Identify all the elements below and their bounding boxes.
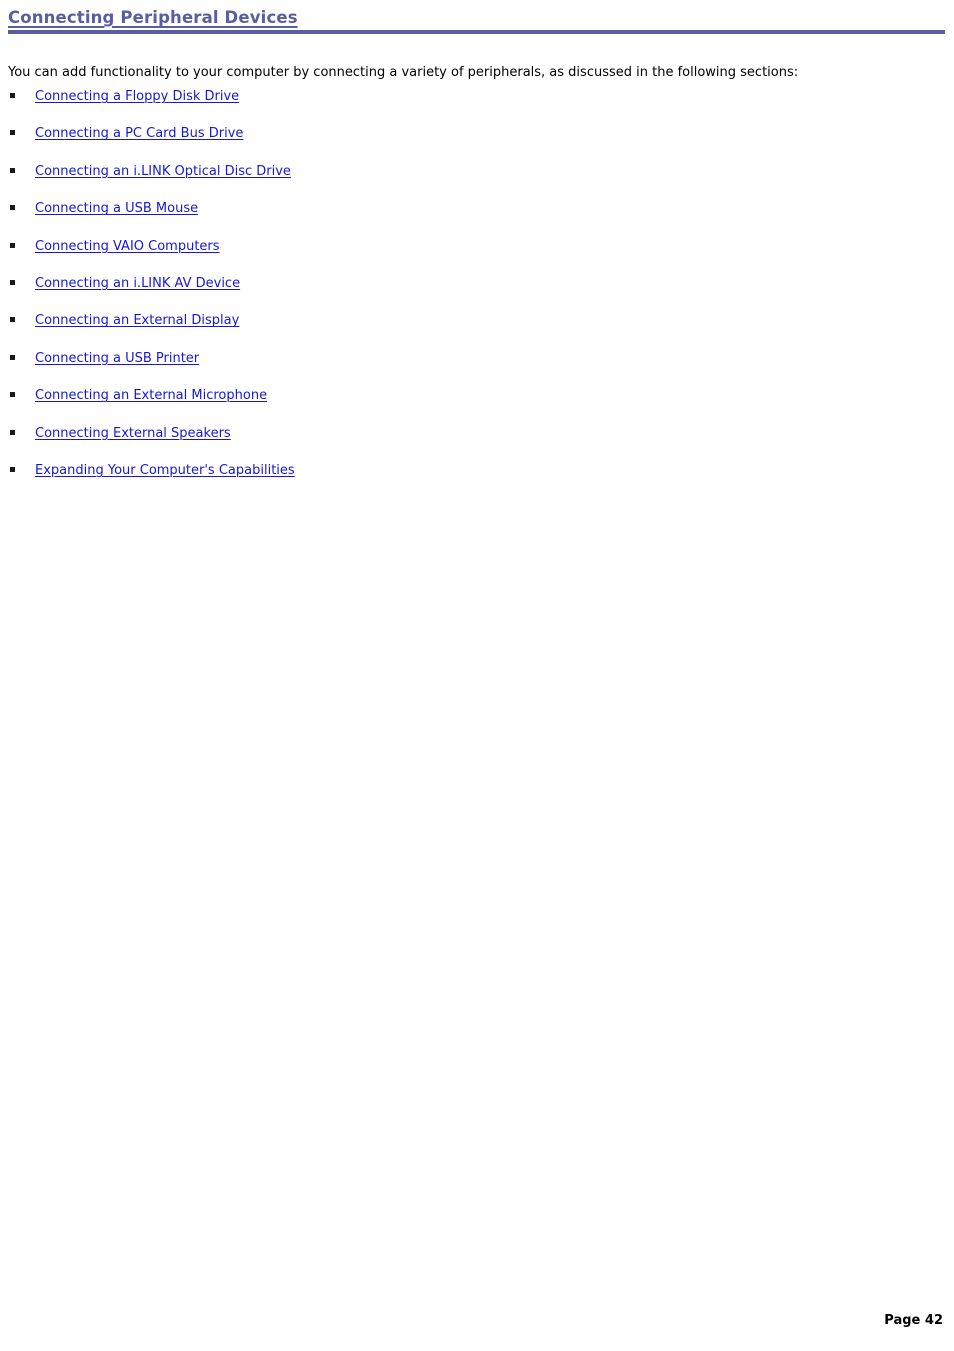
list-item: Connecting an i.LINK Optical Disc Drive (0, 164, 940, 201)
list-item: Connecting External Speakers (0, 426, 940, 463)
list-item: Connecting an i.LINK AV Device (0, 276, 940, 313)
link-connecting-an-external-microphone[interactable]: Connecting an External Microphone (35, 388, 267, 403)
link-connecting-a-pc-card-bus-drive[interactable]: Connecting a PC Card Bus Drive (35, 126, 243, 141)
link-connecting-an-ilink-optical-disc-drive[interactable]: Connecting an i.LINK Optical Disc Drive (35, 164, 291, 179)
square-bullet-icon (10, 205, 15, 211)
link-connecting-a-usb-mouse[interactable]: Connecting a USB Mouse (35, 201, 198, 216)
link-connecting-vaio-computers[interactable]: Connecting VAIO Computers (35, 239, 220, 254)
link-connecting-an-ilink-av-device[interactable]: Connecting an i.LINK AV Device (35, 276, 240, 291)
page-header: Connecting Peripheral Devices (8, 8, 945, 34)
list-item: Connecting a PC Card Bus Drive (0, 126, 940, 163)
section-link-list: Connecting a Floppy Disk Drive Connectin… (0, 89, 940, 500)
list-item: Connecting VAIO Computers (0, 239, 940, 276)
square-bullet-icon (10, 93, 15, 98)
square-bullet-icon (10, 130, 15, 136)
link-connecting-a-usb-printer[interactable]: Connecting a USB Printer (35, 351, 199, 366)
square-bullet-icon (10, 429, 15, 435)
link-connecting-an-external-display[interactable]: Connecting an External Display (35, 313, 239, 328)
page-title: Connecting Peripheral Devices (8, 8, 298, 27)
page-number-footer: Page 42 (884, 1313, 943, 1328)
square-bullet-icon (10, 466, 15, 472)
link-expanding-your-computers-capabilities[interactable]: Expanding Your Computer's Capabilities (35, 463, 295, 478)
list-item: Expanding Your Computer's Capabilities (0, 463, 940, 500)
square-bullet-icon (10, 167, 15, 173)
square-bullet-icon (10, 354, 15, 360)
intro-paragraph: You can add functionality to your comput… (8, 65, 799, 80)
square-bullet-icon (10, 279, 15, 285)
link-connecting-external-speakers[interactable]: Connecting External Speakers (35, 426, 231, 441)
list-item: Connecting an External Microphone (0, 388, 940, 425)
document-page: Connecting Peripheral Devices You can ad… (0, 0, 954, 1351)
heading-divider-rule (8, 30, 945, 34)
square-bullet-icon (10, 242, 15, 248)
list-item: Connecting a USB Mouse (0, 201, 940, 238)
list-item: Connecting a Floppy Disk Drive (0, 89, 940, 126)
link-connecting-a-floppy-disk-drive[interactable]: Connecting a Floppy Disk Drive (35, 89, 239, 104)
square-bullet-icon (10, 392, 15, 398)
list-item: Connecting an External Display (0, 313, 940, 350)
square-bullet-icon (10, 317, 15, 323)
list-item: Connecting a USB Printer (0, 351, 940, 388)
